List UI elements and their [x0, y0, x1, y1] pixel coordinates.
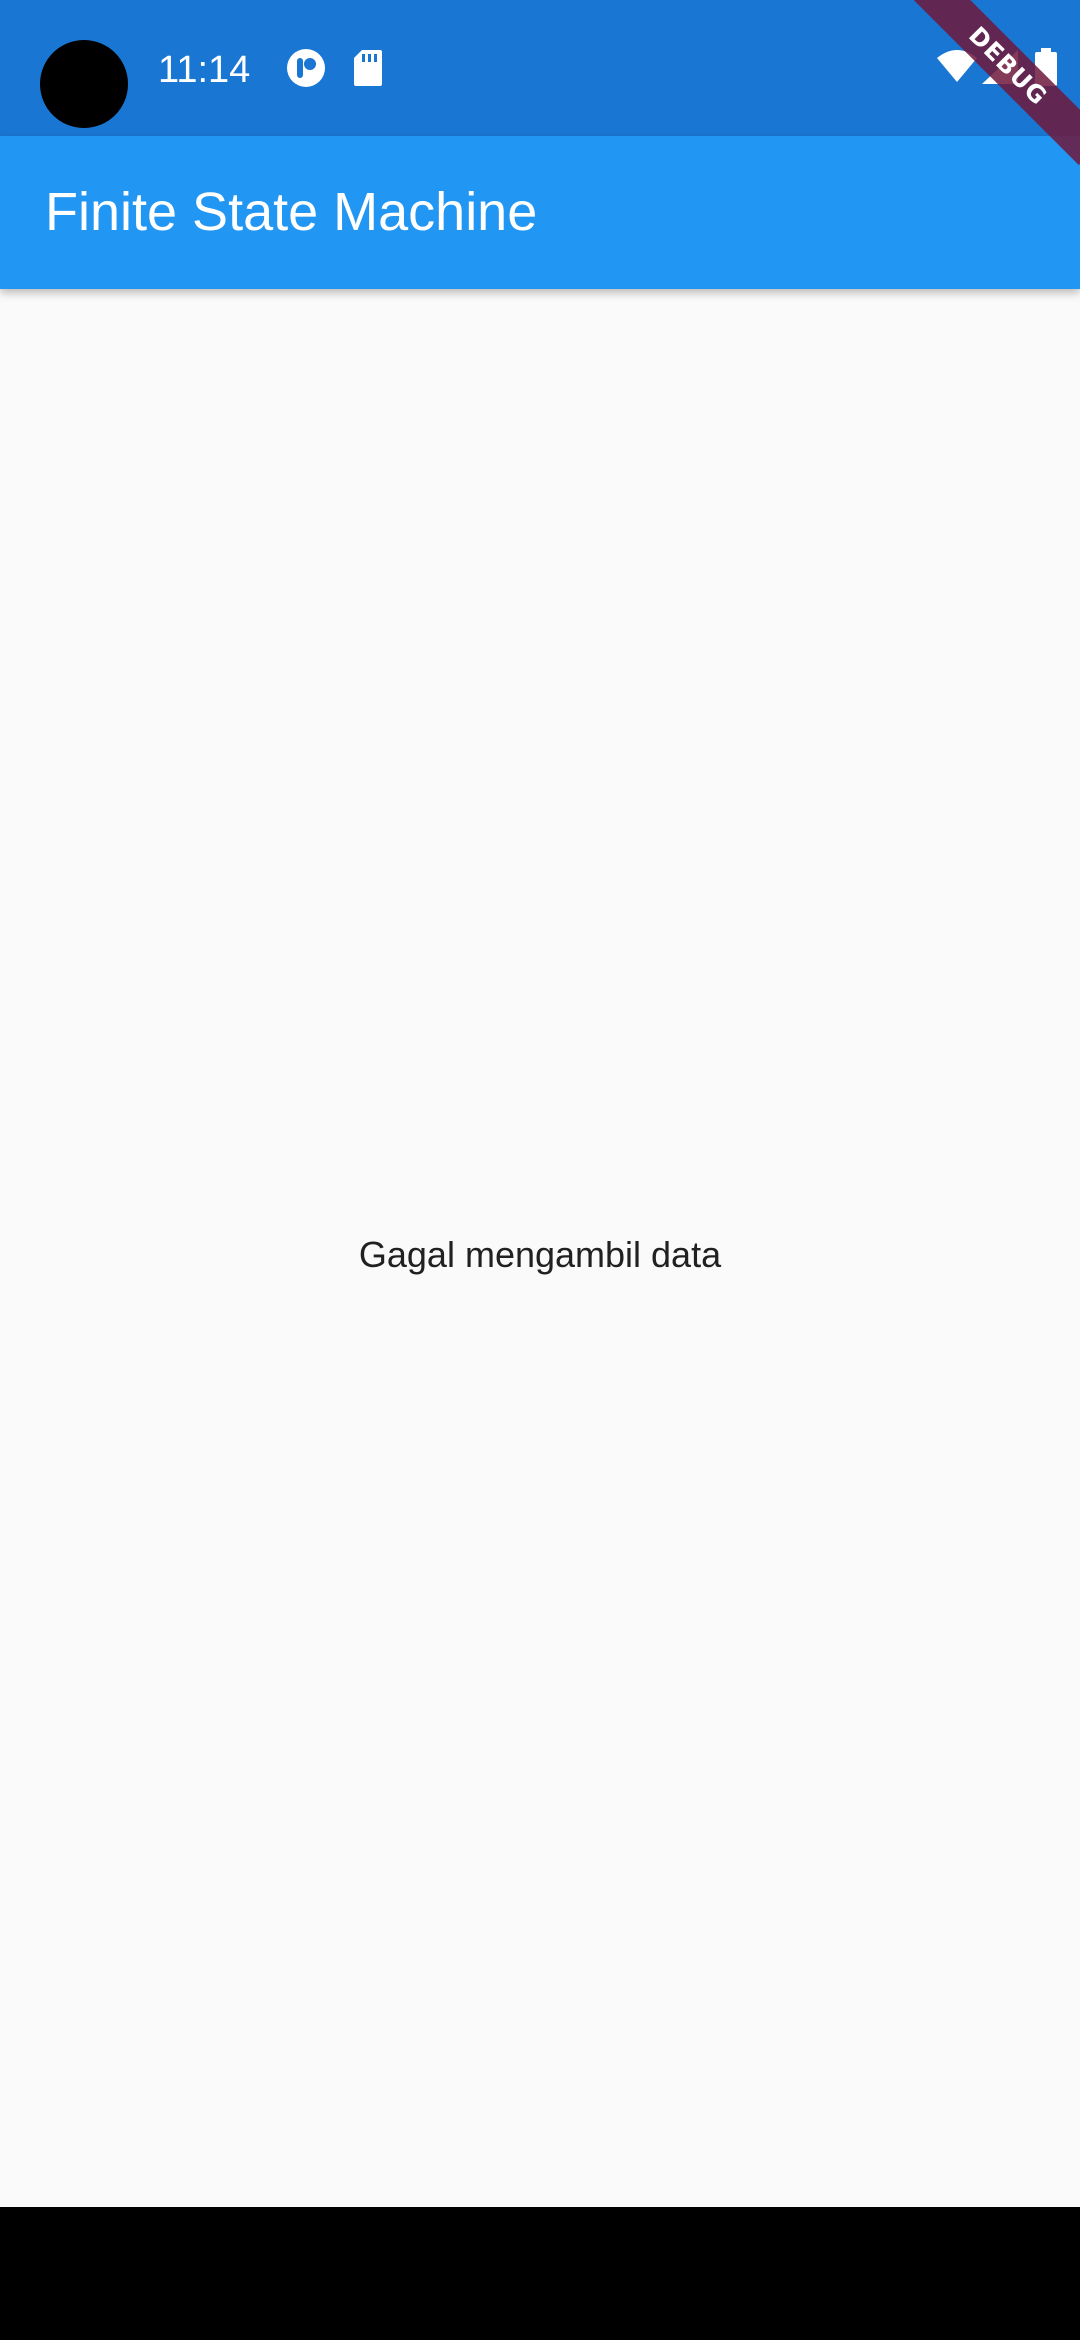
battery-icon	[1035, 48, 1057, 86]
status-time: 11:14	[158, 49, 251, 91]
status-bar: 11:14	[0, 0, 1080, 136]
app-bar: Finite State Machine	[0, 136, 1080, 289]
system-navigation-bar	[0, 2207, 1080, 2340]
cell-signal-icon	[982, 50, 1018, 84]
error-message: Gagal mengambil data	[358, 1234, 722, 1275]
page-title: Finite State Machine	[45, 182, 538, 242]
sd-card-icon	[354, 50, 382, 86]
app-screen: 11:14 Finite State Machine Gagal mengamb…	[0, 0, 1080, 2340]
wifi-icon	[937, 50, 977, 82]
camera-cutout	[40, 40, 128, 128]
app-notification-icon	[287, 49, 325, 87]
